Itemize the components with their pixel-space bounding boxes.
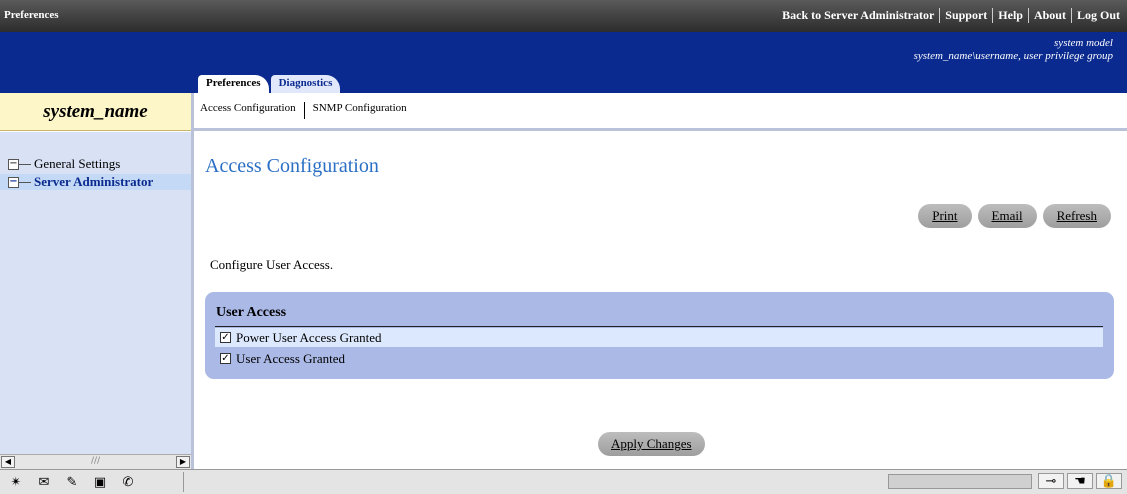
top-bar: Preferences Back to Server Administrator…: [0, 0, 1127, 32]
panel-divider: [215, 326, 1103, 327]
tab-bar: Preferences Diagnostics: [198, 75, 342, 93]
tree-connector: [19, 163, 31, 165]
top-links: Back to Server Administrator Support Hel…: [777, 8, 1125, 23]
help-link[interactable]: Help: [992, 8, 1028, 23]
address-book-icon[interactable]: ▣: [90, 474, 110, 490]
sidebar-divider[interactable]: [191, 93, 194, 469]
network-icon[interactable]: ✴: [6, 474, 26, 490]
lock-icon[interactable]: 🔒: [1096, 473, 1122, 489]
user-access-label: User Access Granted: [236, 350, 346, 366]
mail-icon[interactable]: ✉: [34, 474, 54, 490]
user-privilege-line: system_name\username, user privilege gro…: [913, 50, 1113, 62]
collapse-icon[interactable]: −: [8, 176, 19, 188]
status-indicators: ⊸ ☚ 🔒: [1038, 473, 1125, 489]
connection-icon[interactable]: ⊸: [1038, 473, 1064, 489]
apply-changes-button[interactable]: Apply Changes: [598, 432, 705, 456]
status-bar-icons: ✴ ✉ ✎ ▣ ✆: [6, 474, 146, 490]
compose-icon[interactable]: ✎: [62, 474, 82, 490]
user-access-checkbox[interactable]: ✓: [220, 353, 231, 364]
tab-diagnostics[interactable]: Diagnostics: [270, 75, 341, 93]
option-row-power-user-access: ✓ Power User Access Granted: [215, 328, 1103, 347]
power-user-access-checkbox[interactable]: ✓: [220, 332, 231, 343]
subnav-separator: [303, 102, 305, 119]
sub-navigation: Access Configuration SNMP Configuration: [200, 102, 407, 119]
collapse-icon[interactable]: −: [8, 158, 19, 170]
print-button[interactable]: Print: [918, 204, 972, 228]
tab-preferences[interactable]: Preferences: [198, 75, 269, 93]
option-row-user-access: ✓ User Access Granted: [215, 349, 1103, 368]
subnav-divider: [194, 128, 1127, 131]
security-icon[interactable]: ☚: [1067, 473, 1093, 489]
status-bar: ✴ ✉ ✎ ▣ ✆ ⊸ ☚ 🔒: [0, 469, 1127, 494]
action-buttons: Print Email Refresh: [912, 204, 1111, 228]
scroll-right-icon[interactable]: ▶: [176, 456, 190, 468]
sidebar-item-server-administrator[interactable]: − Server Administrator: [0, 174, 191, 190]
sidebar-horizontal-scrollbar[interactable]: ◀ /// ▶: [0, 454, 191, 469]
scroll-thumb[interactable]: ///: [15, 456, 176, 468]
system-model: system model: [1054, 37, 1113, 49]
progress-bar: [888, 474, 1032, 489]
subnav-snmp-configuration[interactable]: SNMP Configuration: [313, 102, 407, 119]
sidebar-tree: − General Settings − Server Administrato…: [0, 132, 191, 454]
system-name: system_name: [0, 93, 191, 131]
sidebar-item-label: General Settings: [34, 156, 121, 171]
page-title: Access Configuration: [205, 155, 379, 177]
back-to-server-admin-link[interactable]: Back to Server Administrator: [777, 8, 939, 23]
window-title: Preferences: [4, 9, 59, 21]
header-banner: system model system_name\username, user …: [0, 32, 1127, 93]
chat-icon[interactable]: ✆: [118, 474, 138, 490]
panel-title: User Access: [216, 305, 287, 320]
log-out-link[interactable]: Log Out: [1070, 8, 1125, 23]
about-link[interactable]: About: [1027, 8, 1071, 23]
sidebar-item-label: Server Administrator: [34, 174, 154, 189]
refresh-button[interactable]: Refresh: [1042, 204, 1111, 228]
subnav-access-configuration[interactable]: Access Configuration: [200, 102, 296, 119]
status-divider: [183, 472, 184, 492]
support-link[interactable]: Support: [939, 8, 992, 23]
tree-connector: [19, 181, 31, 183]
user-access-panel: User Access ✓ Power User Access Granted …: [205, 292, 1114, 379]
power-user-access-label: Power User Access Granted: [236, 329, 382, 345]
scroll-left-icon[interactable]: ◀: [1, 456, 15, 468]
sidebar-item-general-settings[interactable]: − General Settings: [8, 156, 120, 172]
system-info: system model system_name\username, user …: [914, 37, 1113, 63]
email-button[interactable]: Email: [977, 204, 1037, 228]
intro-text: Configure User Access.: [210, 257, 334, 272]
